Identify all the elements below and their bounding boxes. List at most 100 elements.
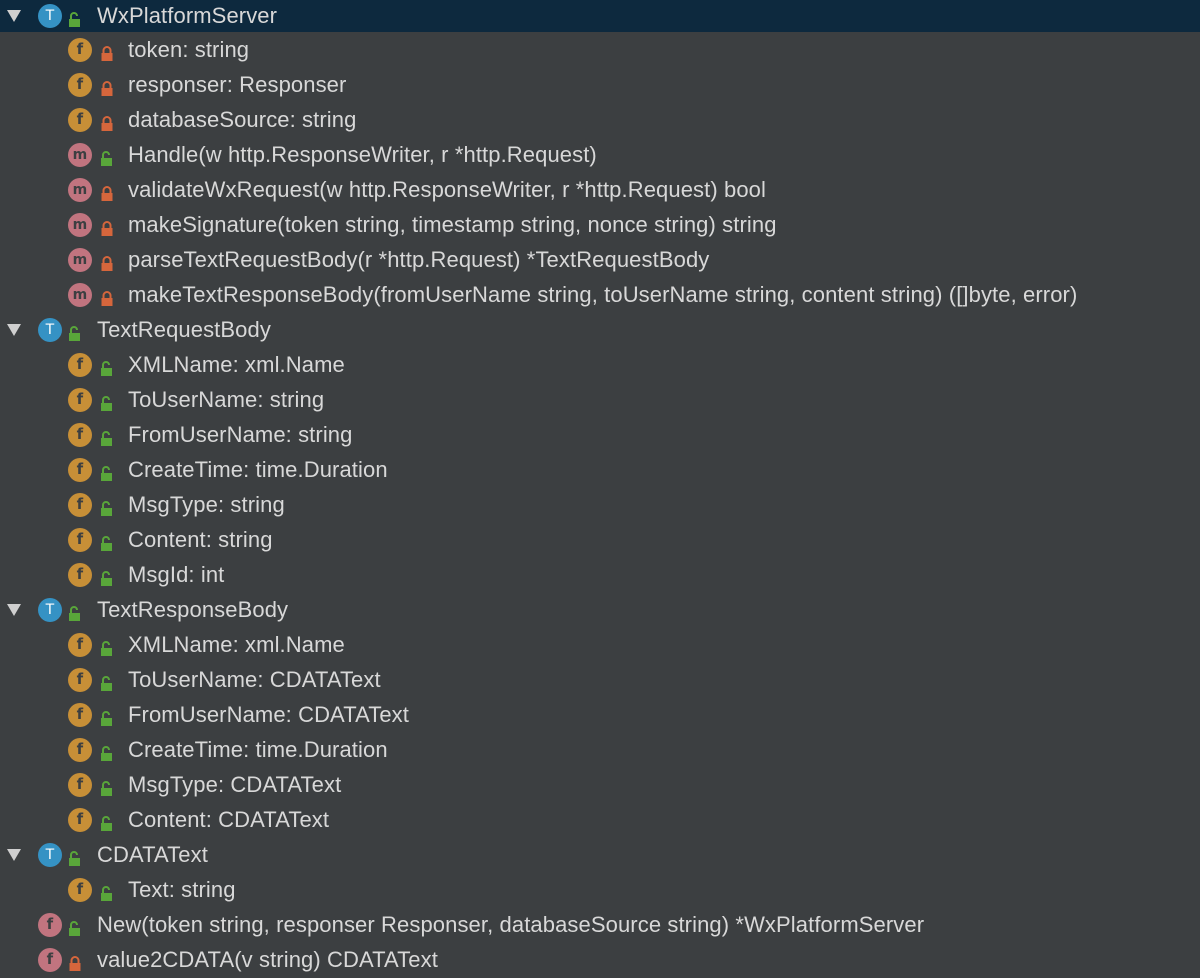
field-icon: f <box>68 37 92 62</box>
field-icon: f <box>68 492 92 517</box>
structure-tree: T WxPlatformServer f token: string f response… <box>0 0 1200 978</box>
field-icon: f <box>68 107 92 132</box>
public-access-icon <box>100 147 114 166</box>
private-access-icon <box>100 217 114 236</box>
tree-child-node[interactable]: f MsgType: CDATAText <box>0 767 1200 802</box>
field-icon: f <box>68 562 92 587</box>
type-icon: T <box>38 597 62 622</box>
tree-child-node[interactable]: m makeSignature(token string, timestamp s… <box>0 207 1200 242</box>
tree-child-node[interactable]: f token: string <box>0 32 1200 67</box>
type-icon: T <box>38 317 62 342</box>
public-access-icon <box>68 8 82 27</box>
field-icon: f <box>68 877 92 902</box>
tree-child-node[interactable]: m makeTextResponseBody(fromUserName strin… <box>0 277 1200 312</box>
function-icon: f <box>38 912 62 937</box>
tree-node-label: Content: string <box>128 526 273 552</box>
tree-node-label: XMLName: xml.Name <box>128 351 345 377</box>
tree-child-node[interactable]: f MsgType: string <box>0 487 1200 522</box>
field-icon: f <box>68 737 92 762</box>
tree-node-label: New(token string, responser Responser, d… <box>97 911 925 937</box>
tree-node-label: makeSignature(token string, timestamp st… <box>128 211 777 237</box>
tree-child-node[interactable]: m parseTextRequestBody(r *http.Request) *… <box>0 242 1200 277</box>
expand-arrow-icon[interactable] <box>6 847 22 863</box>
expand-arrow-icon[interactable] <box>6 322 22 338</box>
private-access-icon <box>100 252 114 271</box>
field-icon: f <box>68 807 92 832</box>
method-icon: m <box>68 212 92 237</box>
tree-node-label: WxPlatformServer <box>97 3 278 28</box>
tree-node-label: MsgId: int <box>128 561 225 587</box>
private-access-icon <box>100 182 114 201</box>
tree-child-node[interactable]: f FromUserName: CDATAText <box>0 697 1200 732</box>
field-icon: f <box>68 667 92 692</box>
method-icon: m <box>68 247 92 272</box>
public-access-icon <box>100 672 114 691</box>
public-access-icon <box>100 532 114 551</box>
tree-node-label: token: string <box>128 36 250 62</box>
public-access-icon <box>100 812 114 831</box>
tree-node[interactable]: f New(token string, responser Responser, … <box>0 907 1200 942</box>
tree-node-label: CDATAText <box>97 841 208 867</box>
function-icon: f <box>38 947 62 972</box>
tree-node-label: validateWxRequest(w http.ResponseWriter,… <box>128 176 766 202</box>
tree-child-node[interactable]: f FromUserName: string <box>0 417 1200 452</box>
tree-node-label: Handle(w http.ResponseWriter, r *http.Re… <box>128 141 597 167</box>
tree-node-label: makeTextResponseBody(fromUserName string… <box>128 281 1078 307</box>
public-access-icon <box>100 882 114 901</box>
tree-node-label: MsgType: CDATAText <box>128 771 342 797</box>
tree-child-node[interactable]: f Content: CDATAText <box>0 802 1200 837</box>
tree-node[interactable]: f value2CDATA(v string) CDATAText <box>0 942 1200 977</box>
tree-node-label: CreateTime: time.Duration <box>128 456 388 482</box>
tree-child-node[interactable]: f ToUserName: string <box>0 382 1200 417</box>
tree-child-node[interactable]: f ToUserName: CDATAText <box>0 662 1200 697</box>
tree-child-node[interactable]: f CreateTime: time.Duration <box>0 452 1200 487</box>
method-icon: m <box>68 282 92 307</box>
method-icon: m <box>68 142 92 167</box>
expand-arrow-icon[interactable] <box>6 8 22 24</box>
expand-arrow-icon[interactable] <box>6 602 22 618</box>
tree-node-label: CreateTime: time.Duration <box>128 736 388 762</box>
field-icon: f <box>68 527 92 552</box>
tree-child-node[interactable]: m validateWxRequest(w http.ResponseWriter… <box>0 172 1200 207</box>
method-icon: m <box>68 177 92 202</box>
private-access-icon <box>100 77 114 96</box>
tree-node[interactable]: T CDATAText <box>0 837 1200 872</box>
private-access-icon <box>68 952 82 971</box>
tree-child-node[interactable]: f XMLName: xml.Name <box>0 347 1200 382</box>
tree-node-label: MsgType: string <box>128 491 285 517</box>
tree-child-node[interactable]: f XMLName: xml.Name <box>0 627 1200 662</box>
field-icon: f <box>68 632 92 657</box>
public-access-icon <box>100 707 114 726</box>
tree-node[interactable]: T TextRequestBody <box>0 312 1200 347</box>
tree-child-node[interactable]: f databaseSource: string <box>0 102 1200 137</box>
field-icon: f <box>68 72 92 97</box>
public-access-icon <box>100 462 114 481</box>
tree-child-node[interactable]: f responser: Responser <box>0 67 1200 102</box>
private-access-icon <box>100 287 114 306</box>
tree-node-label: value2CDATA(v string) CDATAText <box>97 946 438 972</box>
tree-child-node[interactable]: f MsgId: int <box>0 557 1200 592</box>
tree-node[interactable]: T WxPlatformServer <box>0 0 1200 32</box>
public-access-icon <box>100 567 114 586</box>
tree-node-label: databaseSource: string <box>128 106 357 132</box>
tree-node-label: ToUserName: CDATAText <box>128 666 381 692</box>
tree-node-label: FromUserName: CDATAText <box>128 701 409 727</box>
public-access-icon <box>68 847 82 866</box>
private-access-icon <box>100 42 114 61</box>
tree-node-label: ToUserName: string <box>128 386 325 412</box>
field-icon: f <box>68 457 92 482</box>
public-access-icon <box>100 742 114 761</box>
public-access-icon <box>100 637 114 656</box>
tree-child-node[interactable]: f Text: string <box>0 872 1200 907</box>
tree-node-label: TextResponseBody <box>97 596 289 622</box>
tree-child-node[interactable]: f Content: string <box>0 522 1200 557</box>
tree-child-node[interactable]: m Handle(w http.ResponseWriter, r *http.R… <box>0 137 1200 172</box>
field-icon: f <box>68 702 92 727</box>
tree-node-label: Content: CDATAText <box>128 806 330 832</box>
tree-child-node[interactable]: f CreateTime: time.Duration <box>0 732 1200 767</box>
public-access-icon <box>100 497 114 516</box>
tree-node-label: Text: string <box>128 876 236 902</box>
tree-node[interactable]: T TextResponseBody <box>0 592 1200 627</box>
public-access-icon <box>100 357 114 376</box>
field-icon: f <box>68 772 92 797</box>
